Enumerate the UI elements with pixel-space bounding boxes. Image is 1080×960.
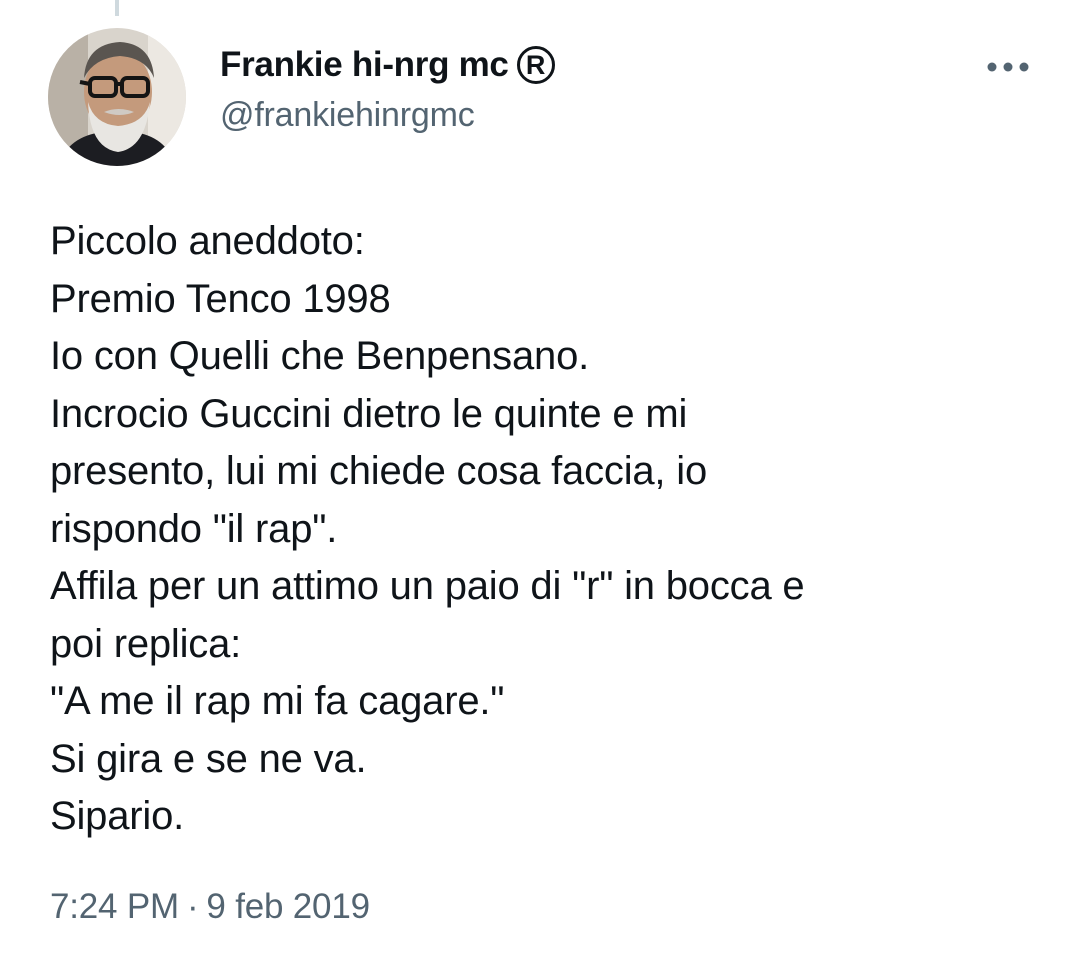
tweet-text-line: Sipario. xyxy=(50,794,185,838)
tweet-text: Piccolo aneddoto: Premio Tenco 1998 Io c… xyxy=(50,213,1060,846)
tweet-text-line: Premio Tenco 1998 xyxy=(50,276,391,321)
tweet-text-line: Affila per un attimo un paio di "r" in b… xyxy=(50,564,805,608)
author-display-name[interactable]: Frankie hi-nrg mc xyxy=(220,45,509,85)
tweet-text-line: "A me il rap mi fa cagare." xyxy=(50,679,505,723)
avatar[interactable] xyxy=(48,28,186,166)
more-horizontal-icon xyxy=(987,62,1029,72)
timestamp-separator: · xyxy=(186,887,199,926)
tweet-text-line: presento, lui mi chiede cosa faccia, io xyxy=(50,449,707,493)
thread-connector-line xyxy=(115,0,119,16)
avatar-image xyxy=(48,28,186,166)
more-options-button[interactable] xyxy=(984,52,1032,82)
tweet-header: Frankie hi-nrg mc R @frankiehinrgmc xyxy=(220,40,555,135)
tweet-timestamp[interactable]: 7:24 PM · 9 feb 2019 xyxy=(50,887,370,927)
tweet-text-line: rispondo "il rap". xyxy=(50,506,338,551)
author-handle[interactable]: @frankiehinrgmc xyxy=(220,96,555,135)
tweet-text-line: Piccolo aneddoto: xyxy=(50,219,365,263)
registered-mark-icon: R xyxy=(516,46,555,84)
tweet-text-line: Si gira e se ne va. xyxy=(50,736,367,781)
tweet-date: 9 feb 2019 xyxy=(206,887,370,926)
author-name-row[interactable]: Frankie hi-nrg mc R xyxy=(220,40,555,90)
tweet-text-line: poi replica: xyxy=(50,621,242,666)
tweet-text-line: Io con Quelli che Benpensano. xyxy=(50,334,590,378)
tweet-time: 7:24 PM xyxy=(50,887,179,926)
tweet-text-line: Incrocio Guccini dietro le quinte e mi xyxy=(50,391,688,436)
